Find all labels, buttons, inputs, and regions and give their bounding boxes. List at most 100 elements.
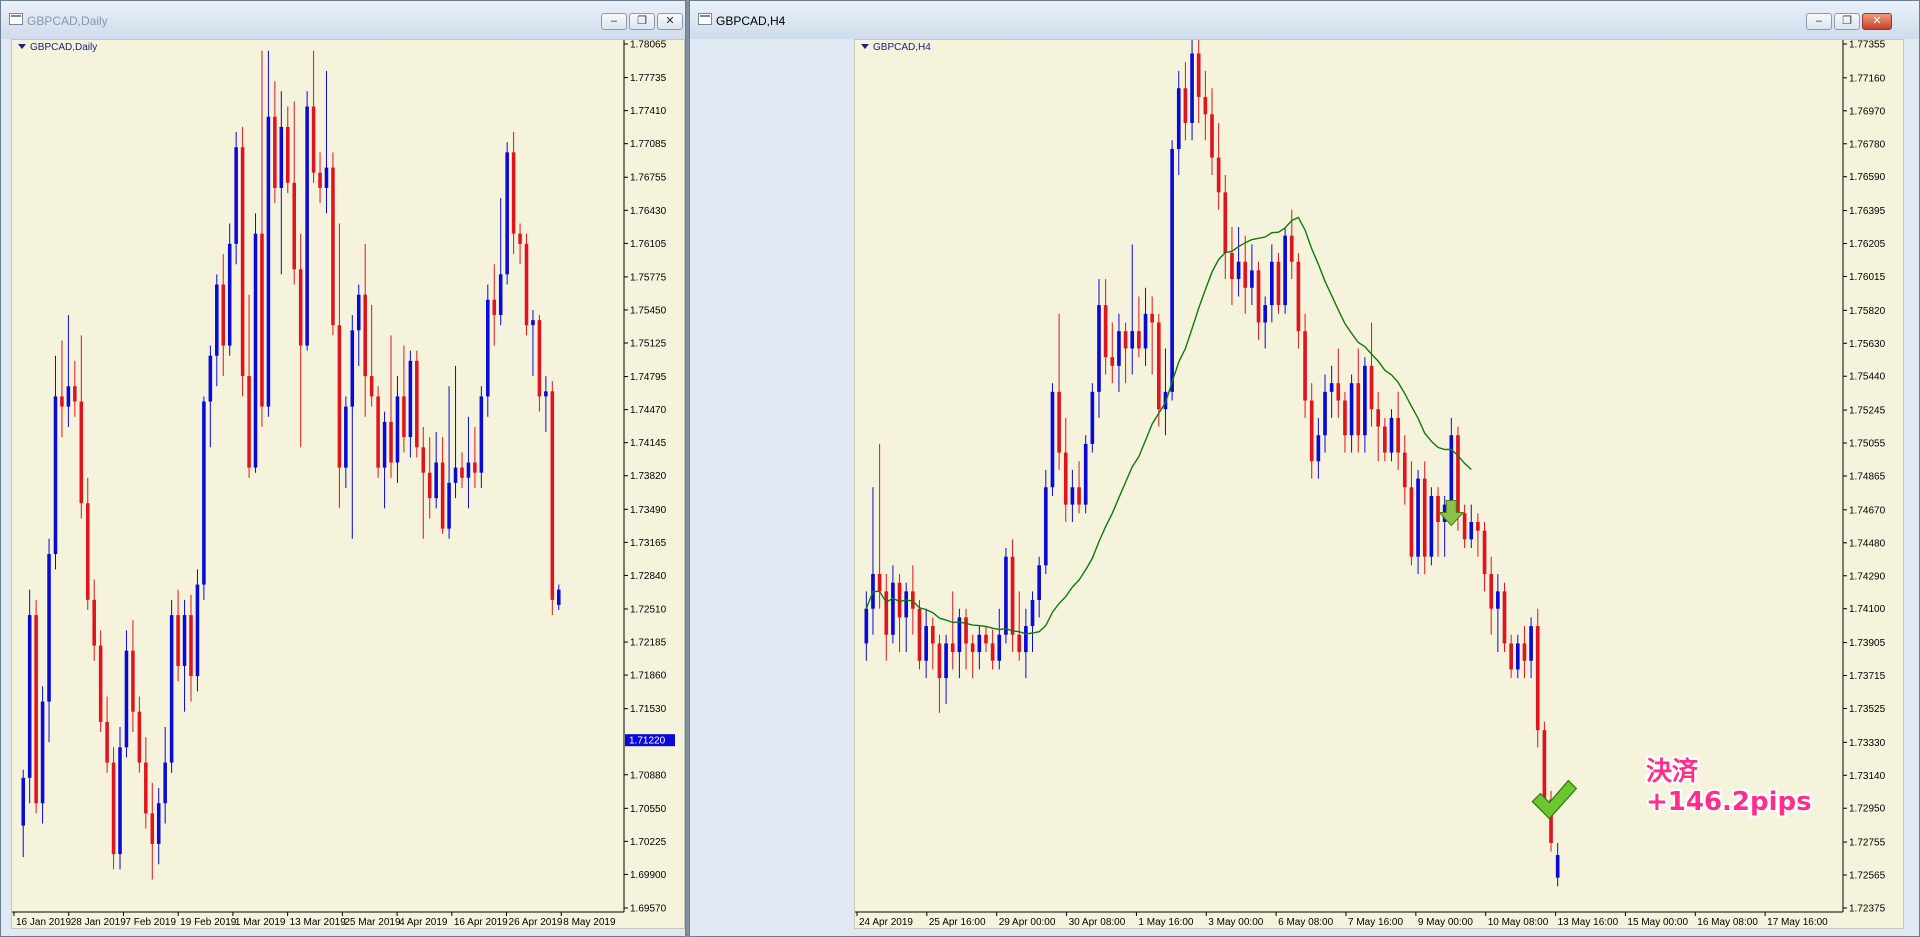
candle	[511, 131, 516, 255]
candle-body	[1542, 730, 1547, 800]
candle	[550, 381, 555, 616]
candle-body	[1083, 443, 1088, 505]
candle	[1077, 461, 1081, 514]
candle	[1522, 626, 1527, 679]
candle	[79, 335, 84, 519]
candle-body	[73, 386, 77, 402]
y-tick-label: 1.71860	[630, 671, 667, 682]
close-button[interactable]: ✕	[1862, 13, 1892, 30]
candle-body	[1349, 383, 1354, 436]
candle	[240, 126, 245, 397]
candle-body	[1156, 322, 1161, 410]
candle-body	[486, 299, 490, 397]
candle-body	[356, 294, 361, 331]
y-tick-label: 1.69900	[630, 870, 667, 881]
candle	[1103, 279, 1108, 375]
candle-body	[1030, 600, 1035, 627]
candle-body	[1017, 634, 1022, 653]
candle-body	[1476, 521, 1480, 531]
y-tick-label: 1.69570	[630, 904, 667, 915]
candle-body	[156, 803, 161, 844]
candle-body	[897, 582, 902, 618]
titlebar-h4[interactable]: GBPCAD,H4 – ❐ ✕	[690, 1, 1919, 39]
candle-body	[285, 126, 290, 183]
x-tick-label: 1 Mar 2019	[235, 917, 286, 928]
x-tick-label: 6 May 08:00	[1278, 917, 1333, 928]
restore-button[interactable]: ❐	[629, 13, 655, 30]
candle	[1050, 383, 1055, 496]
x-tick-label: 25 Mar 2019	[344, 917, 401, 928]
candle	[408, 350, 413, 458]
window-daily[interactable]: GBPCAD,Daily – ❐ ✕ GBPCAD,Daily 1.78065 1…	[0, 0, 686, 937]
candle-body	[1110, 357, 1115, 366]
candle	[202, 396, 206, 600]
candle-body	[1170, 148, 1174, 392]
candle-body	[1316, 435, 1321, 462]
chart-daily[interactable]: GBPCAD,Daily 1.78065 1.77735 1.77410 1.7708…	[11, 39, 685, 929]
candle	[1190, 40, 1194, 141]
candle	[1243, 235, 1248, 314]
candle-body	[440, 462, 445, 529]
y-tick-label: 1.73490	[630, 505, 667, 516]
candle	[556, 584, 561, 610]
candle	[937, 634, 942, 713]
candle-body	[1210, 114, 1214, 158]
candle	[1329, 365, 1334, 418]
candle-body	[131, 650, 135, 712]
y-tick-label: 1.75125	[630, 339, 667, 350]
restore-button[interactable]: ❐	[1834, 13, 1860, 30]
candle	[1482, 521, 1487, 592]
candle-body	[1143, 313, 1148, 349]
candle-body	[34, 615, 38, 804]
y-tick-label: 1.75055	[1849, 439, 1886, 450]
candle-body	[382, 421, 387, 468]
y-tick-label: 1.70550	[630, 804, 667, 815]
y-tick-label: 1.77735	[630, 73, 667, 84]
y-tick-label: 1.76590	[1849, 172, 1886, 183]
y-tick-label: 1.74670	[1849, 505, 1886, 516]
candle-body	[1203, 96, 1208, 115]
candle	[1542, 721, 1547, 809]
x-tick-label: 28 Jan 2019	[71, 917, 126, 928]
titlebar-daily[interactable]: GBPCAD,Daily – ❐ ✕	[1, 1, 685, 39]
candle	[1123, 322, 1128, 384]
candle-body	[1462, 513, 1467, 540]
y-tick-label: 1.76205	[1849, 239, 1886, 250]
candle-body	[1057, 391, 1061, 453]
candle	[156, 787, 161, 865]
candle-body	[260, 233, 264, 407]
candle-body	[1303, 331, 1307, 401]
candle-body	[1024, 626, 1028, 653]
candle	[1376, 391, 1381, 462]
y-tick-label: 1.77085	[630, 139, 667, 150]
candle-body	[27, 615, 32, 778]
candle-body	[498, 274, 503, 316]
candle-body	[511, 152, 516, 234]
candle-body	[144, 762, 148, 814]
candle	[266, 50, 271, 417]
x-tick-label: 1 May 16:00	[1138, 917, 1193, 928]
candle	[60, 340, 64, 438]
candle-body	[964, 617, 968, 644]
candle-body	[169, 615, 174, 763]
candle	[957, 608, 962, 679]
candle-body	[189, 615, 193, 677]
candle	[1196, 40, 1201, 123]
candle	[1230, 227, 1234, 306]
candle-body	[524, 243, 529, 326]
minimize-button[interactable]: –	[1806, 13, 1832, 30]
candle-body	[1130, 331, 1135, 349]
candle-body	[1176, 88, 1181, 149]
minimize-button[interactable]: –	[601, 13, 627, 30]
candle	[73, 360, 77, 417]
candle	[911, 565, 915, 635]
x-tick-label: 16 Apr 2019	[454, 917, 508, 928]
close-button[interactable]: ✕	[657, 13, 683, 30]
x-tick-label: 24 Apr 2019	[859, 917, 913, 928]
x-tick-label: 10 May 08:00	[1488, 917, 1549, 928]
settlement-annotation: 決済 +146.2pips	[1646, 757, 1812, 817]
candle	[466, 416, 471, 509]
y-tick-label: 1.72375	[1849, 904, 1886, 915]
candle	[389, 335, 393, 478]
candle-body	[182, 615, 187, 666]
